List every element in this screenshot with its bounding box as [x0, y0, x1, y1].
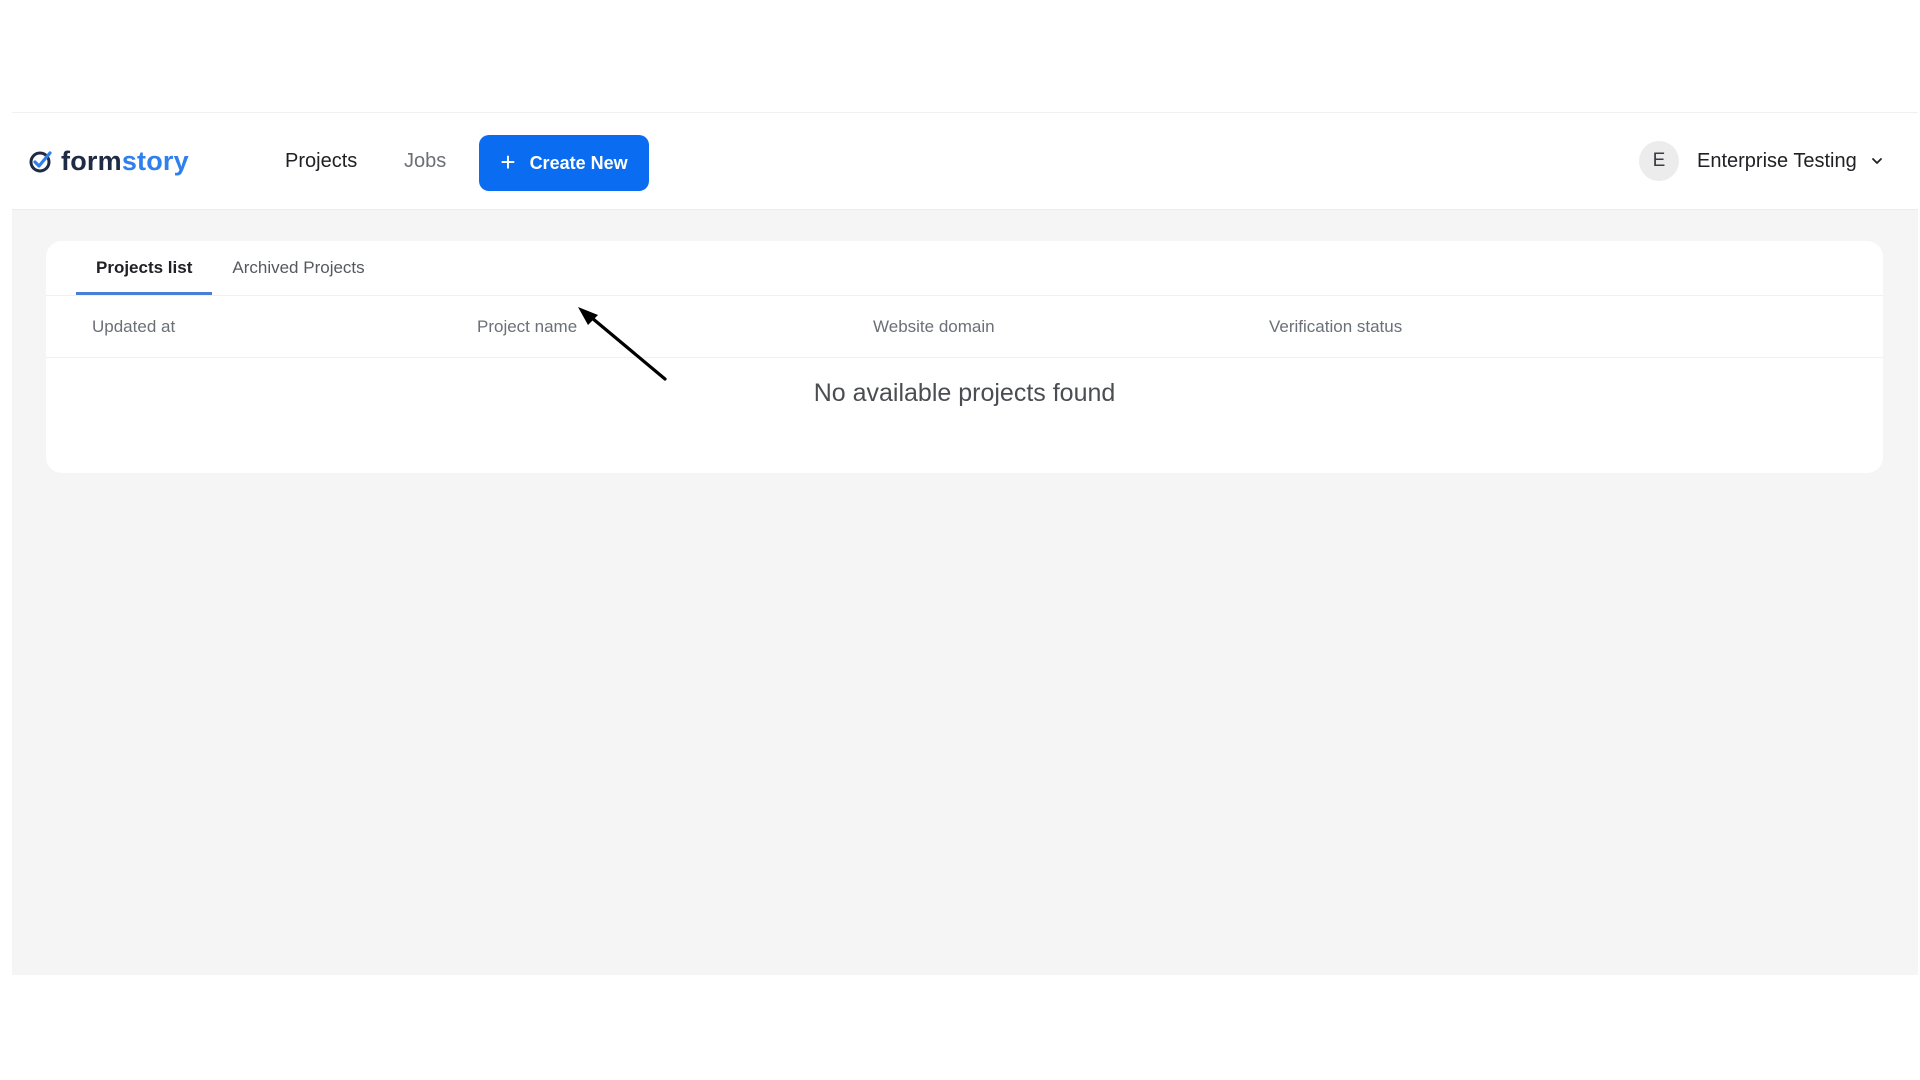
brand-wordmark-part1: form — [61, 145, 122, 176]
plus-icon: + — [500, 147, 516, 177]
top-navigation-bar: form story Projects Jobs + Create New E E… — [12, 113, 1918, 210]
column-header-website-domain[interactable]: Website domain — [873, 317, 995, 337]
brand-wordmark: form story — [61, 146, 189, 177]
column-header-updated-at[interactable]: Updated at — [92, 317, 175, 337]
create-new-button[interactable]: + Create New — [479, 135, 649, 191]
formstory-check-icon — [29, 151, 52, 173]
brand-logo[interactable]: form story — [27, 143, 189, 179]
user-name: Enterprise Testing — [1697, 149, 1857, 172]
empty-state-message: No available projects found — [813, 379, 1116, 407]
project-tabs: Projects list Archived Projects — [76, 241, 385, 295]
projects-card: Projects list Archived Projects Updated … — [46, 241, 1883, 473]
tabs-divider — [46, 295, 1883, 296]
nav-jobs-link[interactable]: Jobs — [404, 149, 446, 173]
create-new-label: Create New — [529, 152, 628, 173]
tab-archived-projects[interactable]: Archived Projects — [212, 241, 384, 295]
nav-projects-link[interactable]: Projects — [285, 149, 357, 173]
chevron-down-icon — [1871, 158, 1882, 164]
header-divider — [46, 357, 1883, 358]
column-header-verification-status[interactable]: Verification status — [1269, 317, 1402, 337]
brand-wordmark-part2: story — [121, 145, 189, 176]
pointer-arrow-icon — [578, 307, 667, 381]
column-header-project-name[interactable]: Project name — [477, 317, 577, 337]
avatar: E — [1639, 141, 1679, 181]
user-account-menu[interactable]: E Enterprise Testing — [1639, 141, 1883, 181]
app-window: form story Projects Jobs + Create New E E… — [12, 112, 1918, 975]
tab-projects-list[interactable]: Projects list — [76, 241, 213, 295]
